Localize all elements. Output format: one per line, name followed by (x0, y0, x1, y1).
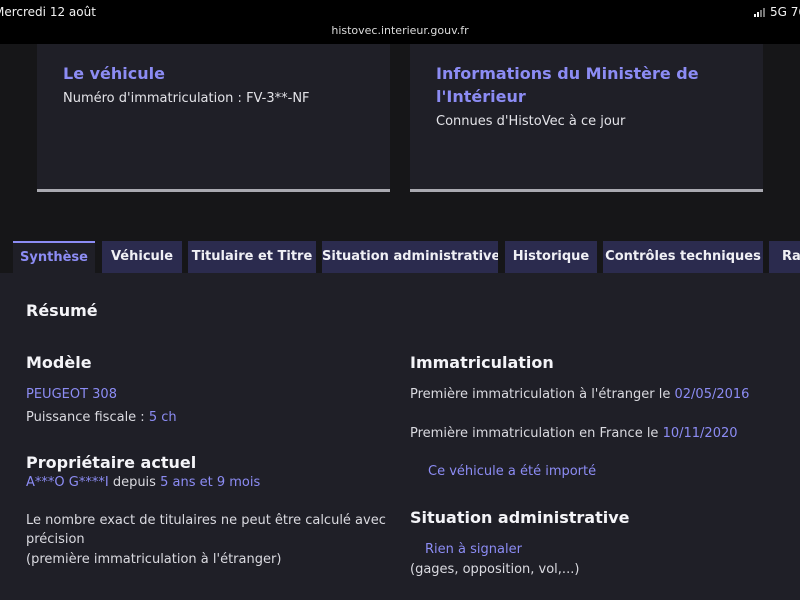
tab-titulaire-titre[interactable]: Titulaire et Titre (188, 241, 316, 273)
owner-name[interactable]: A***O G****I (26, 475, 109, 490)
tab-rapport[interactable]: Rap (769, 241, 800, 273)
owner-since-label: depuis (112, 475, 156, 490)
model-value[interactable]: PEUGEOT 308 (26, 387, 117, 402)
first-registration-abroad-date: 02/05/2016 (674, 387, 750, 402)
owners-note-line-3: (première immatriculation à l'étranger) (26, 552, 282, 567)
registration-heading: Immatriculation (410, 353, 554, 372)
owners-note-line-2: précision (26, 532, 85, 547)
status-right: 5G 76 (753, 5, 800, 19)
vehicle-card-title: Le véhicule (63, 64, 165, 83)
first-registration-france: Première immatriculation en France le 10… (410, 426, 738, 441)
vehicle-card-text: Numéro d'immatriculation : FV-3**-NF (63, 91, 310, 106)
admin-status-value[interactable]: Rien à signaler (425, 542, 522, 557)
network-label: 5G 76 (769, 5, 800, 19)
tab-historique[interactable]: Historique (505, 241, 597, 273)
first-registration-abroad: Première immatriculation à l'étranger le… (410, 387, 749, 402)
summary-panel: Résumé Modèle PEUGEOT 308 Puissance fisc… (0, 273, 800, 600)
owner-line: A***O G****I depuis 5 ans et 9 mois (26, 475, 260, 490)
model-heading: Modèle (26, 353, 92, 372)
fiscal-power-value: 5 ch (148, 410, 177, 425)
ministry-card: Informations du Ministère de l'Intérieur… (410, 44, 763, 192)
address-bar[interactable]: histovec.interieur.gouv.fr (0, 24, 800, 37)
owner-heading: Propriétaire actuel (26, 453, 197, 472)
owner-duration: 5 ans et 9 mois (160, 475, 261, 490)
tab-vehicule[interactable]: Véhicule (102, 241, 182, 273)
status-bar: Mercredi 12 août 5G 76 histovec.interieu… (0, 0, 800, 44)
vehicle-card: Le véhicule Numéro d'immatriculation : F… (37, 44, 390, 192)
summary-title: Résumé (26, 301, 98, 320)
admin-status-note: (gages, opposition, vol,...) (410, 562, 580, 577)
ministry-card-text: Connues d'HistoVec à ce jour (436, 114, 626, 129)
tab-situation-administrative[interactable]: Situation administrative (322, 241, 498, 273)
status-date: Mercredi 12 août (0, 5, 96, 19)
imported-link[interactable]: Ce véhicule a été importé (428, 464, 596, 479)
first-registration-abroad-label: Première immatriculation à l'étranger le (410, 387, 671, 402)
signal-icon (753, 7, 765, 17)
first-registration-france-date: 10/11/2020 (662, 426, 738, 441)
admin-status-heading: Situation administrative (410, 508, 630, 527)
first-registration-france-label: Première immatriculation en France le (410, 426, 659, 441)
fiscal-power-label: Puissance fiscale : (26, 410, 145, 425)
fiscal-power: Puissance fiscale : 5 ch (26, 410, 177, 425)
tab-synthese[interactable]: Synthèse (13, 241, 95, 273)
tab-controles-techniques[interactable]: Contrôles techniques (603, 241, 763, 273)
tab-bar: Synthèse Véhicule Titulaire et Titre Sit… (0, 241, 800, 273)
owners-note-line-1: Le nombre exact de titulaires ne peut êt… (26, 513, 386, 528)
ministry-card-title: Informations du Ministère de l'Intérieur (436, 64, 699, 106)
